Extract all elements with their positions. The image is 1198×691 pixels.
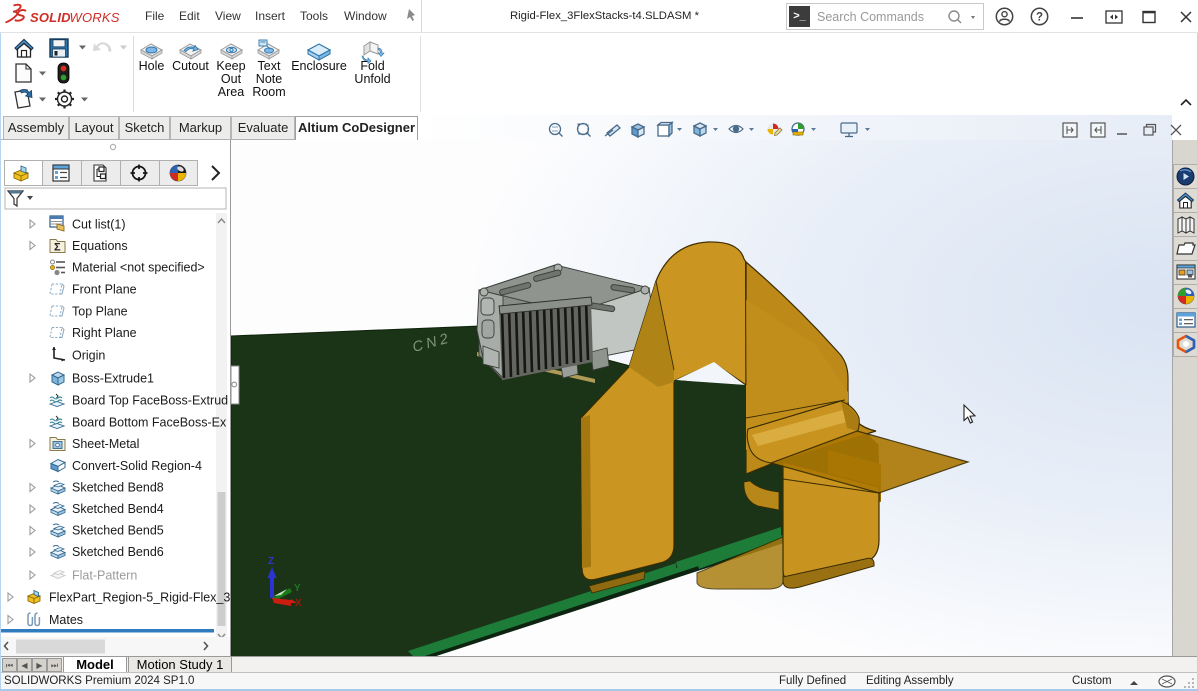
svg-text:Cut list(1): Cut list(1) bbox=[72, 218, 125, 232]
svg-text:Front Plane: Front Plane bbox=[72, 283, 137, 297]
svg-text:Origin: Origin bbox=[72, 349, 105, 363]
svg-text:Board Top FaceBoss-Extrud: Board Top FaceBoss-Extrud bbox=[72, 394, 228, 408]
svg-text:Sketched Bend8: Sketched Bend8 bbox=[72, 481, 164, 495]
svg-text:Equations: Equations bbox=[72, 239, 128, 253]
svg-text:Sketched Bend4: Sketched Bend4 bbox=[72, 502, 164, 516]
svg-text:X: X bbox=[295, 598, 302, 609]
svg-text:Boss-Extrude1: Boss-Extrude1 bbox=[72, 372, 154, 386]
svg-text:Flat-Pattern: Flat-Pattern bbox=[72, 569, 137, 583]
svg-text:SOLID: SOLID bbox=[30, 10, 71, 25]
svg-text:Material <not specified>: Material <not specified> bbox=[72, 261, 205, 275]
svg-text:Sketched Bend6: Sketched Bend6 bbox=[72, 545, 164, 559]
svg-text:Sheet-Metal: Sheet-Metal bbox=[72, 437, 139, 451]
svg-text:Σ: Σ bbox=[54, 242, 61, 254]
svg-text:Y: Y bbox=[294, 583, 301, 594]
svg-text:Z: Z bbox=[268, 556, 274, 567]
svg-text:FlexPart_Region-5_Rigid-Flex_3: FlexPart_Region-5_Rigid-Flex_3 bbox=[49, 591, 230, 605]
svg-text:WORKS: WORKS bbox=[70, 10, 120, 25]
svg-text:Right Plane: Right Plane bbox=[72, 326, 137, 340]
svg-text:Convert-Solid Region-4: Convert-Solid Region-4 bbox=[72, 459, 202, 473]
svg-text:Top Plane: Top Plane bbox=[72, 305, 128, 319]
svg-text:Board Bottom FaceBoss-Ex: Board Bottom FaceBoss-Ex bbox=[72, 416, 227, 430]
svg-text:?: ? bbox=[1036, 12, 1043, 24]
svg-text:Mates: Mates bbox=[49, 613, 83, 627]
svg-text:Sketched Bend5: Sketched Bend5 bbox=[72, 524, 164, 538]
